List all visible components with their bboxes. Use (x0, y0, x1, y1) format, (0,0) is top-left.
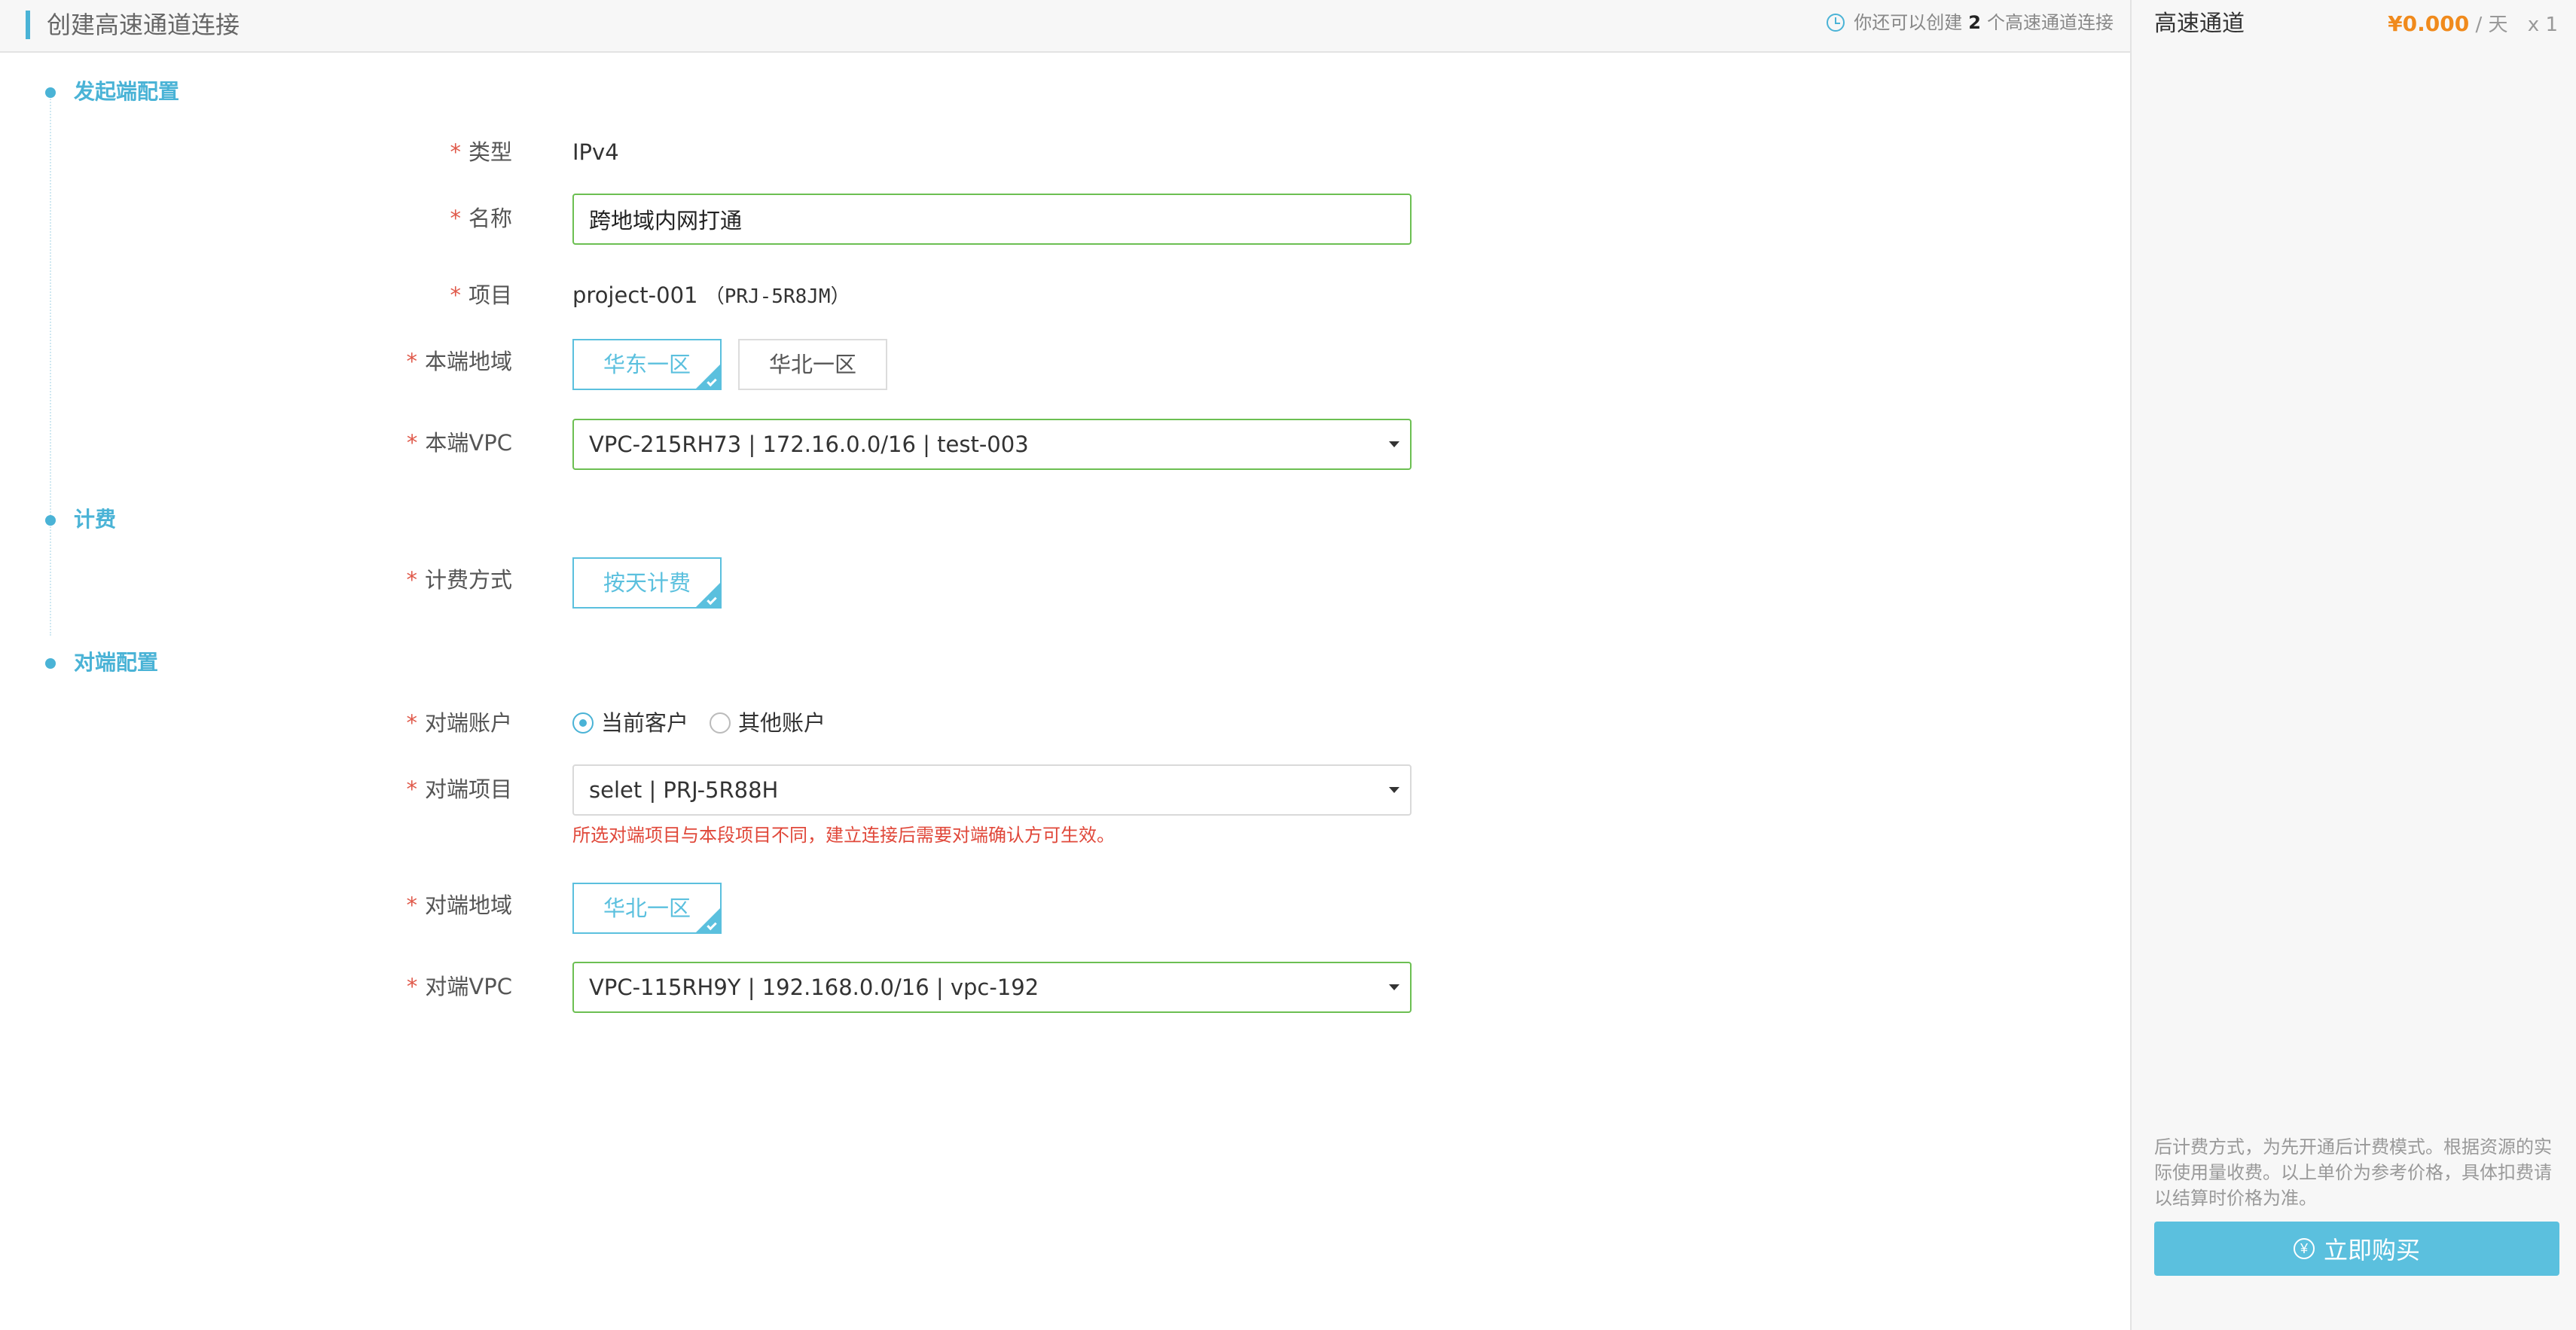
page-title: 创建高速通道连接 (47, 11, 240, 39)
peer-account-option-label: 其他账户 (738, 710, 826, 736)
selected-corner (696, 908, 720, 932)
quota-suffix: 个高速通道连接 (1987, 12, 2114, 33)
selected-corner (696, 365, 720, 389)
section-title-initiator: 发起端配置 (74, 79, 180, 104)
page-header: 创建高速通道连接 你还可以创建 2 个高速通道连接 (0, 0, 2130, 53)
local-vpc-select[interactable]: VPC-215RH73 | 172.16.0.0/16 | test-003 (572, 419, 1412, 470)
section-title-peer: 对端配置 (74, 650, 159, 675)
peer-project-label-text: 对端项目 (424, 776, 512, 802)
peer-region-label-text: 对端地域 (424, 892, 512, 918)
billing-option-daily[interactable]: 按天计费 (572, 557, 722, 609)
radio-checked-icon[interactable] (572, 712, 594, 734)
yen-coin-icon: ¥ (2293, 1238, 2315, 1259)
required-mark: * (406, 974, 418, 999)
required-mark: * (406, 710, 417, 736)
required-mark: * (450, 139, 461, 165)
peer-account-radio-group: 当前客户 其他账户 (572, 708, 847, 738)
peer-vpc-label-text: 对端VPC (425, 974, 512, 999)
project-label-text: 项目 (468, 282, 512, 308)
peer-account-option-label: 当前客户 (601, 710, 689, 736)
peer-region-option-label: 华北一区 (603, 895, 691, 921)
project-value: project-001 （PRJ-5R8JM） (572, 280, 850, 312)
section-dot-billing (45, 515, 56, 526)
peer-account-label: * 对端账户 (0, 708, 512, 738)
name-input[interactable] (572, 194, 1412, 245)
peer-project-select[interactable]: selet | PRJ-5R88H (572, 764, 1412, 816)
required-mark: * (406, 892, 417, 918)
billing-label-text: 计费方式 (424, 567, 512, 593)
summary-price: ¥0.000 / 天 x 1 (2388, 11, 2558, 38)
type-label-text: 类型 (468, 139, 512, 165)
local-region-option-north1[interactable]: 华北一区 (738, 339, 887, 390)
local-region-option-label: 华东一区 (603, 352, 691, 377)
project-label: * 项目 (0, 280, 512, 310)
peer-vpc-selected-value: VPC-115RH9Y | 192.168.0.0/16 | vpc-192 (589, 975, 1039, 1000)
chevron-down-icon (1389, 787, 1399, 793)
selected-corner (696, 583, 720, 607)
required-mark: * (406, 776, 417, 802)
required-mark: * (406, 349, 417, 374)
name-label-text: 名称 (468, 206, 512, 231)
buy-now-button[interactable]: ¥ 立即购买 (2154, 1222, 2559, 1276)
required-mark: * (406, 567, 417, 593)
peer-vpc-label: * 对端VPC (0, 972, 512, 1002)
peer-project-label: * 对端项目 (0, 774, 512, 804)
required-mark: * (450, 206, 461, 231)
title-accent-bar (26, 11, 30, 39)
peer-account-radio-current[interactable]: 当前客户 (572, 708, 688, 738)
chevron-down-icon (1389, 441, 1399, 447)
project-name: project-001 (572, 282, 698, 308)
local-vpc-label-text: 本端VPC (425, 430, 512, 456)
section-title-billing: 计费 (74, 507, 117, 532)
billing-label: * 计费方式 (0, 565, 512, 595)
peer-project-selected-value: selet | PRJ-5R88H (589, 777, 779, 803)
quota-count: 2 (1968, 12, 1981, 33)
peer-vpc-select[interactable]: VPC-115RH9Y | 192.168.0.0/16 | vpc-192 (572, 962, 1412, 1013)
peer-region-option-north1[interactable]: 华北一区 (572, 883, 722, 934)
local-region-label: * 本端地域 (0, 346, 512, 377)
peer-account-label-text: 对端账户 (424, 710, 512, 736)
price-quantity: x 1 (2527, 14, 2558, 36)
peer-account-radio-other[interactable]: 其他账户 (710, 708, 826, 738)
quota-info: 你还可以创建 2 个高速通道连接 (1827, 11, 2114, 35)
billing-option-label: 按天计费 (603, 570, 691, 596)
radio-unchecked-icon[interactable] (710, 712, 731, 734)
price-amount: 0.000 (2402, 11, 2470, 36)
summary-product-name: 高速通道 (2154, 11, 2245, 37)
clock-icon (1827, 14, 1845, 32)
project-id: （PRJ-5R8JM） (704, 285, 850, 308)
local-vpc-selected-value: VPC-215RH73 | 172.16.0.0/16 | test-003 (589, 432, 1029, 457)
buy-now-label: 立即购买 (2323, 1237, 2420, 1264)
section-dot-peer (45, 658, 56, 669)
peer-project-warning: 所选对端项目与本段项目不同，建立连接后需要对端确认方可生效。 (572, 825, 1115, 846)
section-dot-initiator (45, 87, 56, 98)
local-region-label-text: 本端地域 (424, 349, 512, 374)
type-value: IPv4 (572, 139, 619, 165)
order-summary-panel: 高速通道 ¥0.000 / 天 x 1 后计费方式，为先开通后计费模式。根据资源… (2130, 0, 2576, 1330)
chevron-down-icon (1389, 984, 1399, 990)
price-currency: ¥ (2388, 11, 2403, 36)
local-region-option-east1[interactable]: 华东一区 (572, 339, 722, 390)
price-unit: / 天 (2475, 14, 2508, 36)
local-region-option-label: 华北一区 (768, 352, 856, 377)
required-mark: * (450, 282, 461, 308)
billing-note: 后计费方式，为先开通后计费模式。根据资源的实际使用量收费。以上单价为参考价格，具… (2154, 1136, 2552, 1209)
required-mark: * (406, 430, 418, 456)
peer-region-label: * 对端地域 (0, 890, 512, 920)
name-label: * 名称 (0, 203, 512, 233)
quota-prefix: 你还可以创建 (1854, 12, 1963, 33)
local-vpc-label: * 本端VPC (0, 428, 512, 458)
type-label: * 类型 (0, 137, 512, 167)
